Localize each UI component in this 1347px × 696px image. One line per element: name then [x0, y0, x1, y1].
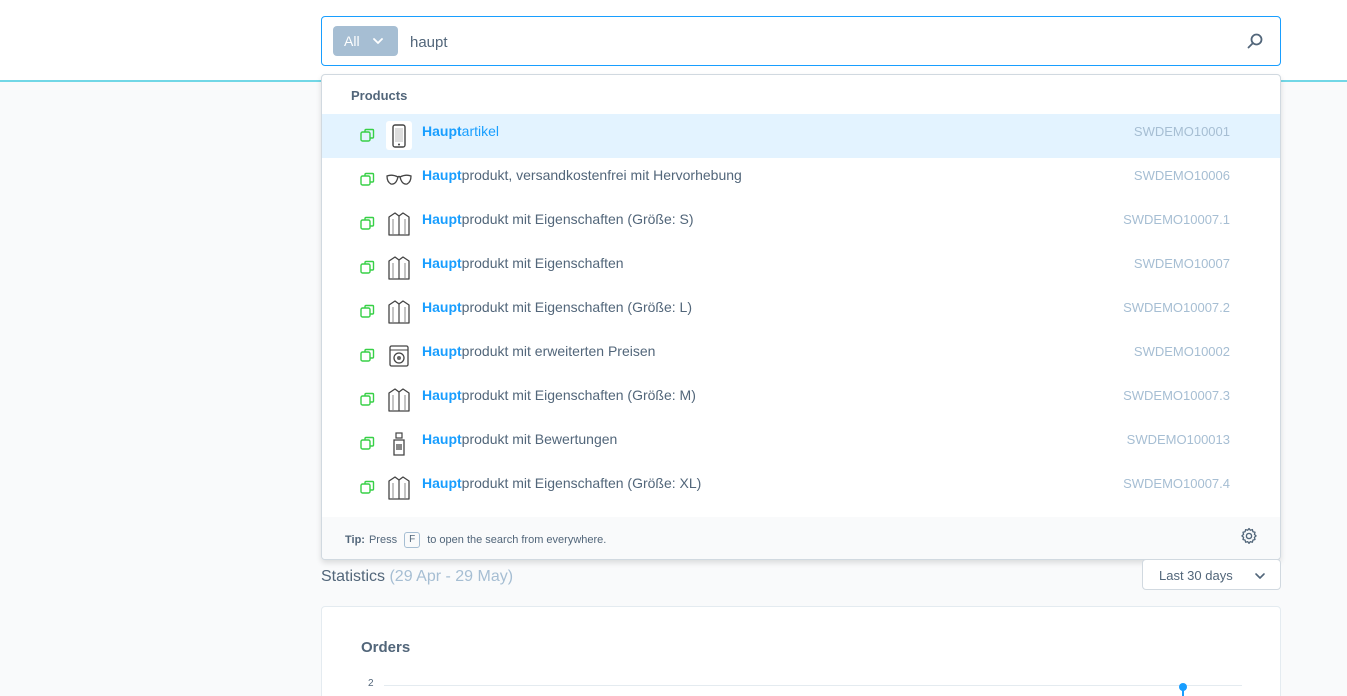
result-name-rest: produkt mit Eigenschaften (Größe: L)	[461, 299, 692, 315]
chevron-down-icon	[373, 38, 383, 44]
result-row[interactable]: Hauptprodukt mit Eigenschaften SWDEMO1000…	[322, 246, 1280, 290]
search-type-label: All	[344, 33, 360, 49]
result-product-number: SWDEMO10007.4	[1123, 476, 1230, 491]
search-icon[interactable]	[1246, 32, 1264, 50]
period-select-value: Last 30 days	[1159, 568, 1233, 583]
result-name[interactable]: Hauptprodukt mit erweiterten Preisen	[422, 343, 655, 359]
search-type-dropdown[interactable]: All	[333, 26, 398, 56]
result-product-number: SWDEMO10007	[1133, 256, 1230, 271]
search-footer: Tip: Press F to open the search from eve…	[322, 517, 1280, 559]
copy-icon[interactable]	[360, 480, 375, 495]
result-name-highlight: Haupt	[422, 123, 462, 139]
search-results-dropdown: Products Hauptartikel SWDEMO10001 Hauptpro…	[321, 74, 1281, 560]
statistics-range: (29 Apr - 29 May)	[389, 568, 514, 585]
result-product-number: SWDEMO10002	[1133, 344, 1230, 359]
result-name-rest: produkt mit Bewertungen	[461, 431, 618, 447]
jacket-icon	[386, 209, 412, 238]
washing-machine-icon	[386, 341, 412, 370]
result-name-rest: produkt mit Eigenschaften (Größe: M)	[461, 387, 696, 403]
period-select[interactable]: Last 30 days	[1142, 559, 1281, 590]
result-name-highlight: Haupt	[422, 167, 462, 183]
result-row[interactable]: Hauptprodukt mit Bewertungen SWDEMO100013	[322, 422, 1280, 466]
phone-icon	[386, 121, 412, 150]
shortcut-key: F	[404, 532, 421, 548]
tip-text-after: to open the search from everywhere.	[427, 534, 607, 546]
result-row[interactable]: Hauptprodukt mit Eigenschaften (Größe: S…	[322, 202, 1280, 246]
copy-icon[interactable]	[360, 128, 375, 143]
search-tip: Tip: Press F to open the search from eve…	[345, 532, 606, 548]
tip-label: Tip:	[345, 534, 365, 546]
result-name[interactable]: Hauptprodukt, versandkostenfrei mit Herv…	[422, 167, 742, 183]
result-name-highlight: Haupt	[422, 299, 462, 315]
chevron-down-icon	[1255, 573, 1265, 579]
result-name-highlight: Haupt	[422, 343, 462, 359]
orders-title: Orders	[361, 639, 411, 656]
result-name-highlight: Haupt	[422, 255, 462, 271]
result-name-highlight: Haupt	[422, 387, 462, 403]
result-row[interactable]: Hauptprodukt mit Eigenschaften (Größe: M…	[322, 378, 1280, 422]
result-product-number: SWDEMO10001	[1133, 124, 1230, 139]
result-row[interactable]: Hauptprodukt mit erweiterten Preisen SWDE…	[322, 334, 1280, 378]
result-name[interactable]: Hauptprodukt mit Eigenschaften (Größe: X…	[422, 475, 701, 491]
result-row[interactable]: Hauptprodukt, versandkostenfrei mit Herv…	[322, 158, 1280, 202]
jacket-icon	[386, 253, 412, 282]
jacket-icon	[386, 385, 412, 414]
result-name-highlight: Haupt	[422, 431, 462, 447]
result-row[interactable]: Hauptprodukt mit Eigenschaften (Größe: X…	[322, 466, 1280, 510]
result-name[interactable]: Hauptartikel	[422, 123, 499, 139]
result-name[interactable]: Hauptprodukt mit Eigenschaften (Größe: S…	[422, 211, 694, 227]
copy-icon[interactable]	[360, 348, 375, 363]
tip-text-before: Press	[368, 534, 398, 546]
result-name-rest: produkt, versandkostenfrei mit Hervorheb…	[461, 167, 742, 183]
global-search: All	[321, 16, 1281, 66]
result-name[interactable]: Hauptprodukt mit Eigenschaften (Größe: L…	[422, 299, 692, 315]
copy-icon[interactable]	[360, 304, 375, 319]
copy-icon[interactable]	[360, 172, 375, 187]
chart-gridline	[384, 685, 1242, 686]
result-name-rest: produkt mit erweiterten Preisen	[461, 343, 656, 359]
result-name[interactable]: Hauptprodukt mit Eigenschaften (Größe: M…	[422, 387, 696, 403]
sunglasses-icon	[386, 165, 412, 194]
result-name-rest: produkt mit Eigenschaften (Größe: S)	[461, 211, 694, 227]
copy-icon[interactable]	[360, 392, 375, 407]
result-name-highlight: Haupt	[422, 475, 462, 491]
search-input[interactable]	[410, 27, 1210, 57]
copy-icon[interactable]	[360, 260, 375, 275]
result-row[interactable]: Hauptartikel SWDEMO10001	[322, 114, 1280, 158]
result-name-rest: artikel	[461, 123, 500, 139]
statistics-title: Statistics (29 Apr - 29 May)	[321, 568, 513, 586]
result-product-number: SWDEMO10007.2	[1123, 300, 1230, 315]
result-name-highlight: Haupt	[422, 211, 462, 227]
result-row[interactable]: Hauptprodukt mit Eigenschaften (Größe: L…	[322, 290, 1280, 334]
results-group-title: Products	[351, 88, 408, 103]
chart-point[interactable]	[1179, 683, 1187, 691]
result-name[interactable]: Hauptprodukt mit Bewertungen	[422, 431, 617, 447]
result-name-rest: produkt mit Eigenschaften	[461, 255, 624, 271]
jacket-icon	[386, 297, 412, 326]
result-product-number: SWDEMO10006	[1133, 168, 1230, 183]
spray-bottle-icon	[386, 429, 412, 458]
result-product-number: SWDEMO100013	[1126, 432, 1230, 447]
result-name-rest: produkt mit Eigenschaften (Größe: XL)	[461, 475, 702, 491]
result-name[interactable]: Hauptprodukt mit Eigenschaften	[422, 255, 624, 271]
copy-icon[interactable]	[360, 216, 375, 231]
results-list: Hauptartikel SWDEMO10001 Hauptprodukt, ver…	[322, 114, 1280, 510]
gear-icon[interactable]	[1240, 527, 1258, 545]
statistics-label: Statistics	[321, 568, 386, 585]
y-axis-tick: 2	[368, 678, 374, 689]
result-product-number: SWDEMO10007.3	[1123, 388, 1230, 403]
copy-icon[interactable]	[360, 436, 375, 451]
orders-card: Orders 2	[321, 606, 1281, 696]
result-product-number: SWDEMO10007.1	[1123, 212, 1230, 227]
jacket-icon	[386, 473, 412, 502]
